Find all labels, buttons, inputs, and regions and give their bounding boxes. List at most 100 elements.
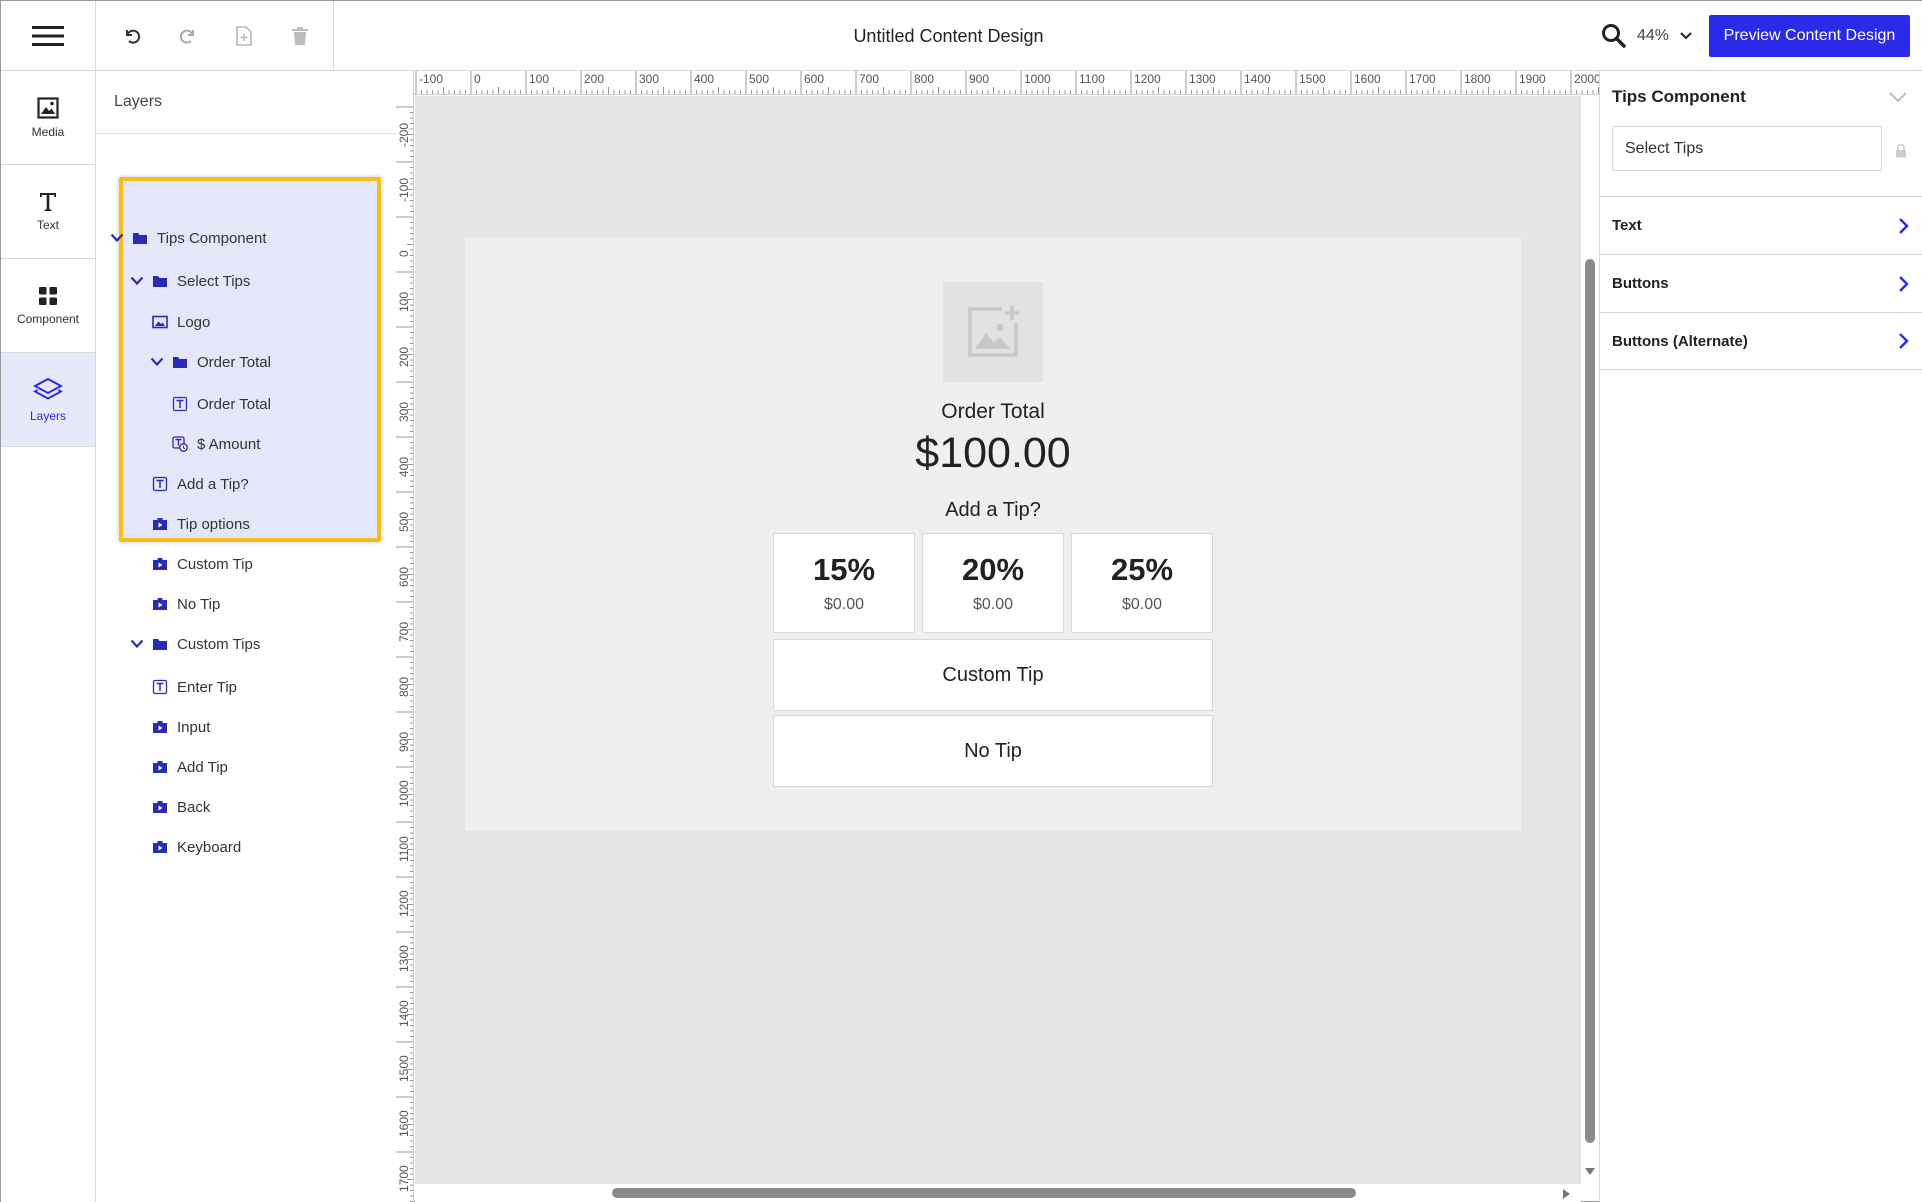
layer-row[interactable]: Custom Tips xyxy=(130,631,260,657)
rail-item-media[interactable]: Media xyxy=(1,71,95,165)
folder-icon xyxy=(152,273,168,289)
lock-icon[interactable] xyxy=(1895,143,1907,158)
chevron-down-icon[interactable] xyxy=(1888,91,1908,103)
scroll-right-arrow-icon[interactable] xyxy=(1563,1189,1571,1199)
logo-placeholder[interactable] xyxy=(943,282,1043,382)
rail-item-component[interactable]: Component xyxy=(1,259,95,353)
component-icon xyxy=(152,516,168,532)
layer-row[interactable]: Enter Tip xyxy=(152,674,237,700)
scroll-down-arrow-icon[interactable] xyxy=(1585,1168,1595,1176)
layer-row[interactable]: Order Total xyxy=(150,349,271,375)
dynamic-text-icon xyxy=(172,436,188,452)
grid-icon xyxy=(39,286,57,305)
zoom-control[interactable]: 44% xyxy=(1601,17,1693,55)
chevron-right-icon xyxy=(1899,275,1909,292)
ruler-tick-label: 700 xyxy=(859,72,879,86)
layer-row[interactable]: Keyboard xyxy=(152,834,241,860)
chevron-down-icon[interactable] xyxy=(150,355,164,369)
layer-row[interactable]: Order Total xyxy=(172,391,271,417)
tip-percent: 25% xyxy=(1110,552,1174,587)
section-text[interactable]: Text xyxy=(1600,196,1922,254)
layer-label: Custom Tip xyxy=(177,555,253,573)
component-icon xyxy=(152,759,168,775)
ruler-tick-label: 700 xyxy=(397,622,411,642)
chevron-down-icon[interactable] xyxy=(130,274,144,288)
component-icon xyxy=(152,719,168,735)
layer-row[interactable]: Input xyxy=(152,714,210,740)
section-buttons-alternate[interactable]: Buttons (Alternate) xyxy=(1600,312,1922,370)
tip-option-15[interactable]: 15% $0.00 xyxy=(773,533,915,633)
redo-button[interactable] xyxy=(174,22,202,50)
tip-amount: $0.00 xyxy=(972,596,1014,613)
ruler-tick-label: 1600 xyxy=(397,1110,411,1137)
section-buttons[interactable]: Buttons xyxy=(1600,254,1922,312)
custom-tip-button[interactable]: Custom Tip xyxy=(773,639,1213,711)
undo-button[interactable] xyxy=(118,22,146,50)
ruler-vertical: -200 -100 0 100 200 300 400 500 600 700 800 900 1000… xyxy=(396,71,414,1202)
ruler-tick-label: 500 xyxy=(749,72,769,86)
chevron-right-icon xyxy=(1899,333,1909,349)
layer-label: Back xyxy=(177,798,211,816)
add-tip-label: Add a Tip? xyxy=(945,499,1041,521)
ruler-tick-label: 900 xyxy=(969,72,989,86)
zoom-level: 44% xyxy=(1637,27,1670,44)
chevron-down-icon[interactable] xyxy=(130,637,144,651)
ruler-tick-label: 800 xyxy=(397,677,411,697)
tip-option-20[interactable]: 20% $0.00 xyxy=(922,533,1064,633)
layer-row[interactable]: Add a Tip? xyxy=(152,471,249,497)
top-bar: Untitled Content Design 44% Preview Cont… xyxy=(1,1,1922,71)
layer-row[interactable]: Add Tip xyxy=(152,754,228,780)
layer-row[interactable]: Tips Component xyxy=(110,225,267,251)
text-icon xyxy=(40,192,56,211)
layer-label: Add Tip xyxy=(177,758,228,776)
vertical-scroll-thumb[interactable] xyxy=(1585,259,1595,1143)
layer-row[interactable]: $ Amount xyxy=(172,431,260,457)
horizontal-scroll-thumb[interactable] xyxy=(612,1188,1356,1198)
layer-name-input[interactable] xyxy=(1612,126,1882,171)
properties-panel: Tips Component Text Buttons Buttons (Alt… xyxy=(1599,71,1922,1202)
rail-label: Text xyxy=(36,217,59,232)
layer-row[interactable]: Logo xyxy=(152,309,210,335)
layer-row[interactable]: Custom Tip xyxy=(152,551,253,577)
document-title[interactable]: Untitled Content Design xyxy=(334,1,1563,71)
layers-icon xyxy=(33,377,63,400)
layer-row[interactable]: Back xyxy=(152,794,210,820)
folder-icon xyxy=(172,354,188,370)
delete-button[interactable] xyxy=(286,22,314,50)
ruler-tick-label: 300 xyxy=(639,72,659,86)
layer-row[interactable]: Tip options xyxy=(152,511,250,537)
layer-row[interactable]: Select Tips xyxy=(130,268,250,294)
order-amount: $100.00 xyxy=(915,429,1071,477)
ruler-tick-label: 1200 xyxy=(1134,72,1161,86)
layer-row[interactable]: No Tip xyxy=(152,591,220,617)
ruler-tick-label: 1400 xyxy=(397,1000,411,1027)
component-icon xyxy=(152,799,168,815)
horizontal-scrollbar[interactable] xyxy=(415,1184,1581,1202)
vertical-scrollbar[interactable] xyxy=(1581,96,1599,1184)
rail-item-text[interactable]: Text xyxy=(1,165,95,259)
trash-icon xyxy=(292,27,308,45)
chevron-down-icon xyxy=(1680,32,1692,40)
no-tip-button[interactable]: No Tip xyxy=(773,715,1213,787)
preview-button[interactable]: Preview Content Design xyxy=(1709,15,1910,57)
component-icon xyxy=(152,596,168,612)
tip-amount: $0.00 xyxy=(823,596,865,613)
duplicate-button[interactable] xyxy=(230,22,258,50)
rail-label: Layers xyxy=(29,408,67,423)
rail-label: Component xyxy=(16,311,80,326)
layer-label: Tip options xyxy=(177,515,250,533)
ruler-tick-label: 0 xyxy=(474,72,481,86)
section-label: Text xyxy=(1612,217,1642,234)
artboard[interactable]: Order Total $100.00 Add a Tip? 15% $0.00… xyxy=(465,237,1521,831)
component-icon xyxy=(152,839,168,855)
rail-item-layers[interactable]: Layers xyxy=(1,353,95,447)
menu-button[interactable] xyxy=(1,1,96,71)
tip-option-25[interactable]: 25% $0.00 xyxy=(1071,533,1213,633)
ruler-tick-label: 1500 xyxy=(1299,72,1326,86)
order-total-label: Order Total xyxy=(941,400,1045,423)
design-canvas[interactable]: Order Total $100.00 Add a Tip? 15% $0.00… xyxy=(415,96,1581,1184)
add-image-icon xyxy=(968,306,1019,357)
chevron-down-icon[interactable] xyxy=(110,231,124,245)
section-label: Buttons xyxy=(1612,275,1669,292)
ruler-tick-label: 1000 xyxy=(397,780,411,807)
